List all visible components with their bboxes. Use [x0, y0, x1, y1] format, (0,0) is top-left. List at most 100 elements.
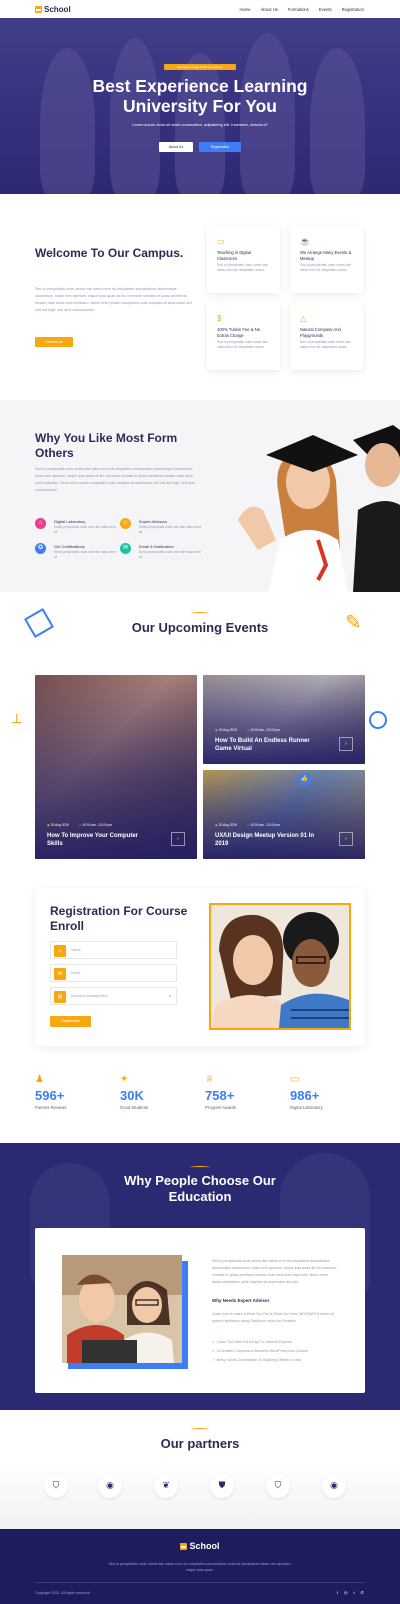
clock-icon: ◷: [246, 728, 250, 732]
monitor-icon: ▭: [217, 237, 225, 246]
why-item: ☺ Expert Advisors Sedut perspiciatis und…: [120, 518, 210, 538]
stat-label: Parents Reviews: [35, 1105, 67, 1110]
footer-text: Sed ut perspiciatis unde omnis iste natu…: [108, 1562, 292, 1572]
event-meta: ▣ 20 Aug 2019 ◷ 10:00 am - 01:00 pm: [215, 823, 280, 827]
twitter-icon[interactable]: t: [354, 1590, 355, 1595]
facebook-icon[interactable]: f: [337, 1590, 338, 1595]
footer-divider: [35, 1582, 365, 1583]
nav-formations[interactable]: Formations: [288, 7, 309, 12]
why-item: ⌂ Digital Laboratory Sedut perspiciatis …: [35, 518, 125, 538]
registration-title: Registration For Course Enroll: [50, 904, 188, 933]
stat-label: Program Awards: [205, 1105, 236, 1110]
why-section: Why You Like Most Form Others Sed ut per…: [0, 400, 400, 592]
why-text: Sed ut perspiciatis unde omnis iste natu…: [35, 467, 195, 492]
choose-text-2: Learn how to make a What You Get Is What…: [212, 1312, 335, 1323]
feature-card: ☕ We Arrange Many Events & Meetup Sed ut…: [290, 225, 363, 293]
event-title: UX/UI Design Meetup Version 01 In 2019: [215, 833, 315, 847]
stat-item: ✦ 30K Good Students: [120, 1074, 200, 1110]
feature-text: Sed ut perspiciatis unde omnis iste natu…: [217, 340, 268, 349]
students-image: [209, 903, 351, 1030]
monitor-icon: ▭: [290, 1074, 300, 1085]
copyright: Copyright 2021. All rights reserved: [35, 1591, 90, 1595]
check-list-item: ✓ A Detailed Comparison Between WordPress…: [212, 1349, 308, 1353]
events-title: Our Upcoming Events: [131, 620, 269, 635]
page: School Home About Us Formations Events R…: [0, 0, 400, 1604]
event-card[interactable]: ▣ 20 Aug 2019 ◷ 10:00 am - 01:00 pm How …: [35, 675, 197, 859]
arrow-right-icon[interactable]: ›: [339, 737, 353, 751]
certificate-icon: ✪: [35, 543, 46, 554]
course-select-value: Business Management: [71, 994, 108, 998]
event-date: 20 Aug 2019: [50, 823, 69, 827]
check-list-text: A Detailed Comparison Between WordPress …: [217, 1349, 309, 1353]
choose-subtitle: Why Needs Expert Advisor: [212, 1298, 270, 1303]
book-icon: ▤: [54, 991, 66, 1003]
event-card[interactable]: 👍 ▣ 20 Aug 2019 ◷ 10:00 am - 01:00 pm UX…: [203, 770, 365, 859]
event-title: How To Improve Your Computer Skills: [47, 833, 139, 847]
chevron-down-icon: ▾: [168, 993, 171, 998]
event-date: 20 Aug 2019: [218, 728, 237, 732]
nav-home[interactable]: Home: [239, 7, 250, 12]
event-meta: ▣ 20 Aug 2019 ◷ 10:00 am - 01:00 pm: [47, 823, 112, 827]
book-icon: [23, 607, 55, 639]
partner-robot-logo[interactable]: ◉: [322, 1474, 346, 1498]
about-us-button[interactable]: About Us: [159, 142, 193, 152]
calendar-icon: ▣: [47, 823, 51, 827]
main-nav: Home About Us Formations Events Registra…: [239, 7, 364, 12]
partners-title: Our partners: [160, 1436, 240, 1451]
logo[interactable]: School: [35, 5, 71, 14]
welcome-text: Sed ut perspiciatis unde omnis iste natu…: [35, 287, 192, 312]
wave-decoration: [190, 1166, 210, 1169]
dollar-icon: $: [217, 314, 222, 323]
partner-shield-logo[interactable]: ⛉: [44, 1474, 68, 1498]
check-list-item: ✓ Bring Sports Commission To Building A B…: [212, 1358, 301, 1362]
partner-laurel-logo[interactable]: ❦: [154, 1474, 178, 1498]
why-item-title: Email & Notification: [139, 544, 174, 549]
laboratory-icon: ⌂: [35, 518, 46, 529]
event-time: 10:00 am - 01:00 pm: [250, 823, 280, 827]
why-item-title: Digital Laboratory: [54, 519, 86, 524]
choose-card: Sed ut perspiciatis unde omnis iste natu…: [35, 1228, 365, 1393]
contact-us-button[interactable]: Contact Us: [35, 337, 73, 347]
stat-item: ♟ 596+ Parents Reviews: [35, 1074, 115, 1110]
event-card[interactable]: ▣ 20 Aug 2019 ◷ 10:00 am - 01:00 pm How …: [203, 675, 365, 764]
footer-logo[interactable]: School: [0, 1541, 400, 1551]
instagram-icon[interactable]: ◎: [344, 1590, 348, 1595]
nav-about[interactable]: About Us: [261, 7, 278, 12]
email-field[interactable]: ✉ Email: [50, 964, 177, 982]
feature-text: Sed ut perspiciatis unde omnis iste natu…: [217, 263, 268, 272]
feature-card: ▭ Teaching in Digital Classroom Sed ut p…: [207, 225, 280, 293]
hero-subtitle: Lorem ipsum dolor sit amet consectetur, …: [132, 122, 268, 127]
welcome-title: Welcome To Our Campus.: [35, 246, 184, 260]
registration-section: Registration For Course Enroll ☺ Name ✉ …: [35, 888, 365, 1046]
clock-icon: ◷: [246, 823, 250, 827]
trophy-icon: ♕: [205, 1074, 214, 1085]
hero-section: Education make bright your future Best E…: [0, 18, 400, 194]
event-date: 20 Aug 2019: [218, 823, 237, 827]
partner-crest-logo[interactable]: ⛊: [210, 1474, 234, 1498]
stat-item: ▭ 986+ Digital Laboratory: [290, 1074, 370, 1110]
partner-shield-logo[interactable]: ⛉: [266, 1474, 290, 1498]
nav-events[interactable]: Events: [319, 7, 332, 12]
partner-robot-logo[interactable]: ◉: [98, 1474, 122, 1498]
name-field[interactable]: ☺ Name: [50, 941, 177, 959]
registration-submit-button[interactable]: Registration: [50, 1016, 91, 1027]
choose-text: Sed ut perspiciatis unde omnis iste natu…: [212, 1259, 337, 1284]
course-select[interactable]: ▤ Business Management ▾: [50, 987, 177, 1005]
registration-button[interactable]: Registration: [199, 142, 241, 152]
advisor-icon: ☺: [120, 518, 131, 529]
arrow-right-icon[interactable]: ›: [171, 832, 185, 846]
drafting-icon: ⟂: [12, 710, 22, 726]
arrow-right-icon[interactable]: ›: [339, 832, 353, 846]
hero-tag: Education make bright your future: [164, 64, 236, 70]
why-item-text: Sedut perspiciatis unde omn iste natus e…: [54, 525, 117, 534]
nav-registration[interactable]: Registration: [342, 7, 364, 12]
why-item: ✪ Get Certifications Sedut perspiciatis …: [35, 543, 125, 563]
event-time: 10:00 am - 01:00 pm: [82, 823, 112, 827]
feature-text: Sed ut perspiciatis unde omnis iste natu…: [300, 340, 351, 349]
user-icon: ☺: [54, 945, 66, 957]
feature-title: Natural Compass And Playgrounds: [300, 327, 341, 338]
check-icon: ✓: [212, 1340, 216, 1344]
whatsapp-icon[interactable]: ✆: [361, 1590, 364, 1595]
stat-value: 30K: [120, 1088, 144, 1103]
why-item-title: Get Certifications: [54, 544, 85, 549]
